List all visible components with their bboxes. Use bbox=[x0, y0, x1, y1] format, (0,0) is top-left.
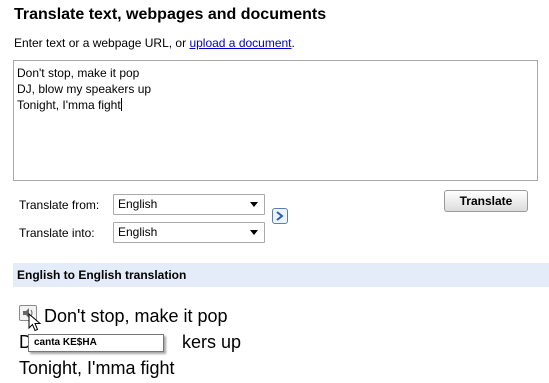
page-title: Translate text, webpages and documents bbox=[14, 6, 327, 23]
translate-button[interactable]: Translate bbox=[444, 190, 528, 212]
upload-document-link[interactable]: upload a document bbox=[189, 36, 291, 50]
result-heading: English to English translation bbox=[13, 263, 549, 287]
chevron-down-icon bbox=[250, 202, 258, 207]
translate-from-select[interactable]: English bbox=[113, 194, 265, 215]
source-text-area[interactable]: Don't stop, make it pop DJ, blow my spea… bbox=[13, 60, 538, 181]
result-line-3: Tonight, I'mma fight bbox=[19, 358, 175, 378]
swap-languages-button[interactable] bbox=[272, 208, 288, 224]
result-line-1: Don't stop, make it pop bbox=[44, 306, 228, 326]
translate-into-select[interactable]: English bbox=[113, 222, 265, 243]
translate-from-label: Translate from: bbox=[19, 198, 100, 212]
swap-arrow-icon bbox=[276, 211, 284, 221]
text-caret bbox=[120, 98, 122, 111]
result-line-2-end: kers up bbox=[182, 332, 242, 352]
mouse-cursor-icon bbox=[28, 313, 42, 332]
translate-from-value: English bbox=[118, 197, 158, 211]
speaker-tooltip: canta KE$HA bbox=[28, 334, 164, 352]
translate-into-label: Translate into: bbox=[19, 226, 95, 240]
source-text: Don't stop, make it pop DJ, blow my spea… bbox=[17, 66, 152, 112]
instructions-period: . bbox=[291, 36, 295, 50]
instructions: Enter text or a webpage URL, or upload a… bbox=[14, 36, 295, 50]
translate-into-value: English bbox=[118, 225, 158, 239]
chevron-down-icon bbox=[250, 230, 258, 235]
instructions-text: Enter text or a webpage URL, or bbox=[14, 36, 190, 50]
